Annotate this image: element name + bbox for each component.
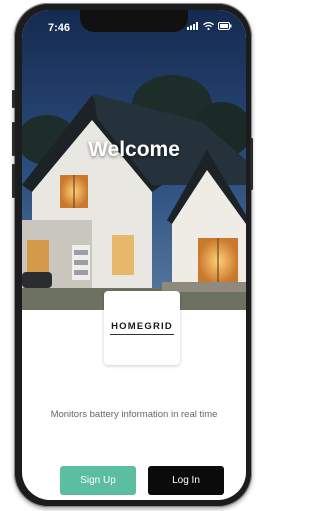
- notch: [80, 10, 188, 32]
- welcome-title: Welcome: [88, 138, 180, 161]
- homegrid-logo: HOMEGRID: [111, 321, 173, 332]
- status-time: 7:46: [48, 22, 71, 34]
- status-icons: [187, 22, 232, 30]
- signal-bars-icon: [187, 22, 198, 30]
- tagline: Monitors battery information in real tim…: [50, 409, 218, 420]
- volume-up-button: [12, 122, 15, 156]
- power-button: [250, 138, 253, 190]
- log-in-button[interactable]: Log In: [148, 466, 224, 495]
- sign-up-button[interactable]: Sign Up: [60, 466, 136, 495]
- mute-switch: [12, 90, 15, 108]
- wifi-icon: [203, 22, 214, 30]
- logo-card: HOMEGRID: [104, 291, 180, 365]
- battery-icon: [218, 22, 232, 30]
- volume-down-button: [12, 164, 15, 198]
- logo-underline: [110, 334, 174, 335]
- phone-screen: 7:46 Welcome HOMEGRID Monitors battery i…: [22, 10, 246, 500]
